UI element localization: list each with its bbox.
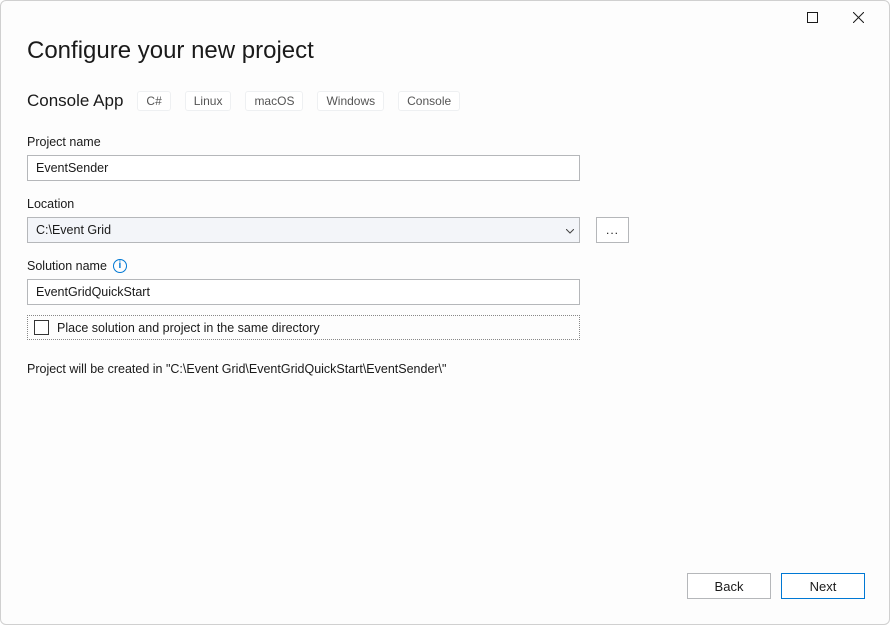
solution-name-field: Solution name i bbox=[27, 259, 863, 305]
info-icon[interactable]: i bbox=[113, 259, 127, 273]
solution-name-input[interactable] bbox=[27, 279, 580, 305]
close-button[interactable] bbox=[835, 2, 881, 32]
template-tag: Windows bbox=[317, 91, 384, 111]
same-directory-label: Place solution and project in the same d… bbox=[57, 321, 320, 335]
template-tag: Console bbox=[398, 91, 460, 111]
dialog-window: Configure your new project Console App C… bbox=[0, 0, 890, 625]
same-directory-checkbox-row[interactable]: Place solution and project in the same d… bbox=[27, 315, 580, 340]
titlebar bbox=[1, 1, 889, 33]
solution-name-label: Solution name bbox=[27, 259, 107, 273]
location-input[interactable] bbox=[27, 217, 580, 243]
path-preview: Project will be created in "C:\Event Gri… bbox=[27, 362, 863, 376]
close-icon bbox=[853, 12, 864, 23]
location-label: Location bbox=[27, 197, 74, 211]
next-button[interactable]: Next bbox=[781, 573, 865, 599]
location-select[interactable] bbox=[27, 217, 580, 243]
project-name-input[interactable] bbox=[27, 155, 580, 181]
template-tag: macOS bbox=[245, 91, 303, 111]
page-title: Configure your new project bbox=[27, 37, 863, 65]
project-name-label: Project name bbox=[27, 135, 101, 149]
browse-button[interactable]: ... bbox=[596, 217, 629, 243]
maximize-icon bbox=[807, 12, 818, 23]
location-field: Location ... bbox=[27, 197, 863, 243]
maximize-button[interactable] bbox=[789, 2, 835, 32]
back-button[interactable]: Back bbox=[687, 573, 771, 599]
same-directory-checkbox[interactable] bbox=[34, 320, 49, 335]
template-tag: C# bbox=[137, 91, 170, 111]
template-name: Console App bbox=[27, 91, 123, 111]
template-row: Console App C# Linux macOS Windows Conso… bbox=[27, 91, 863, 111]
template-tag: Linux bbox=[185, 91, 232, 111]
footer: Back Next bbox=[1, 566, 889, 624]
content-area: Configure your new project Console App C… bbox=[1, 33, 889, 566]
project-name-field: Project name bbox=[27, 135, 863, 181]
